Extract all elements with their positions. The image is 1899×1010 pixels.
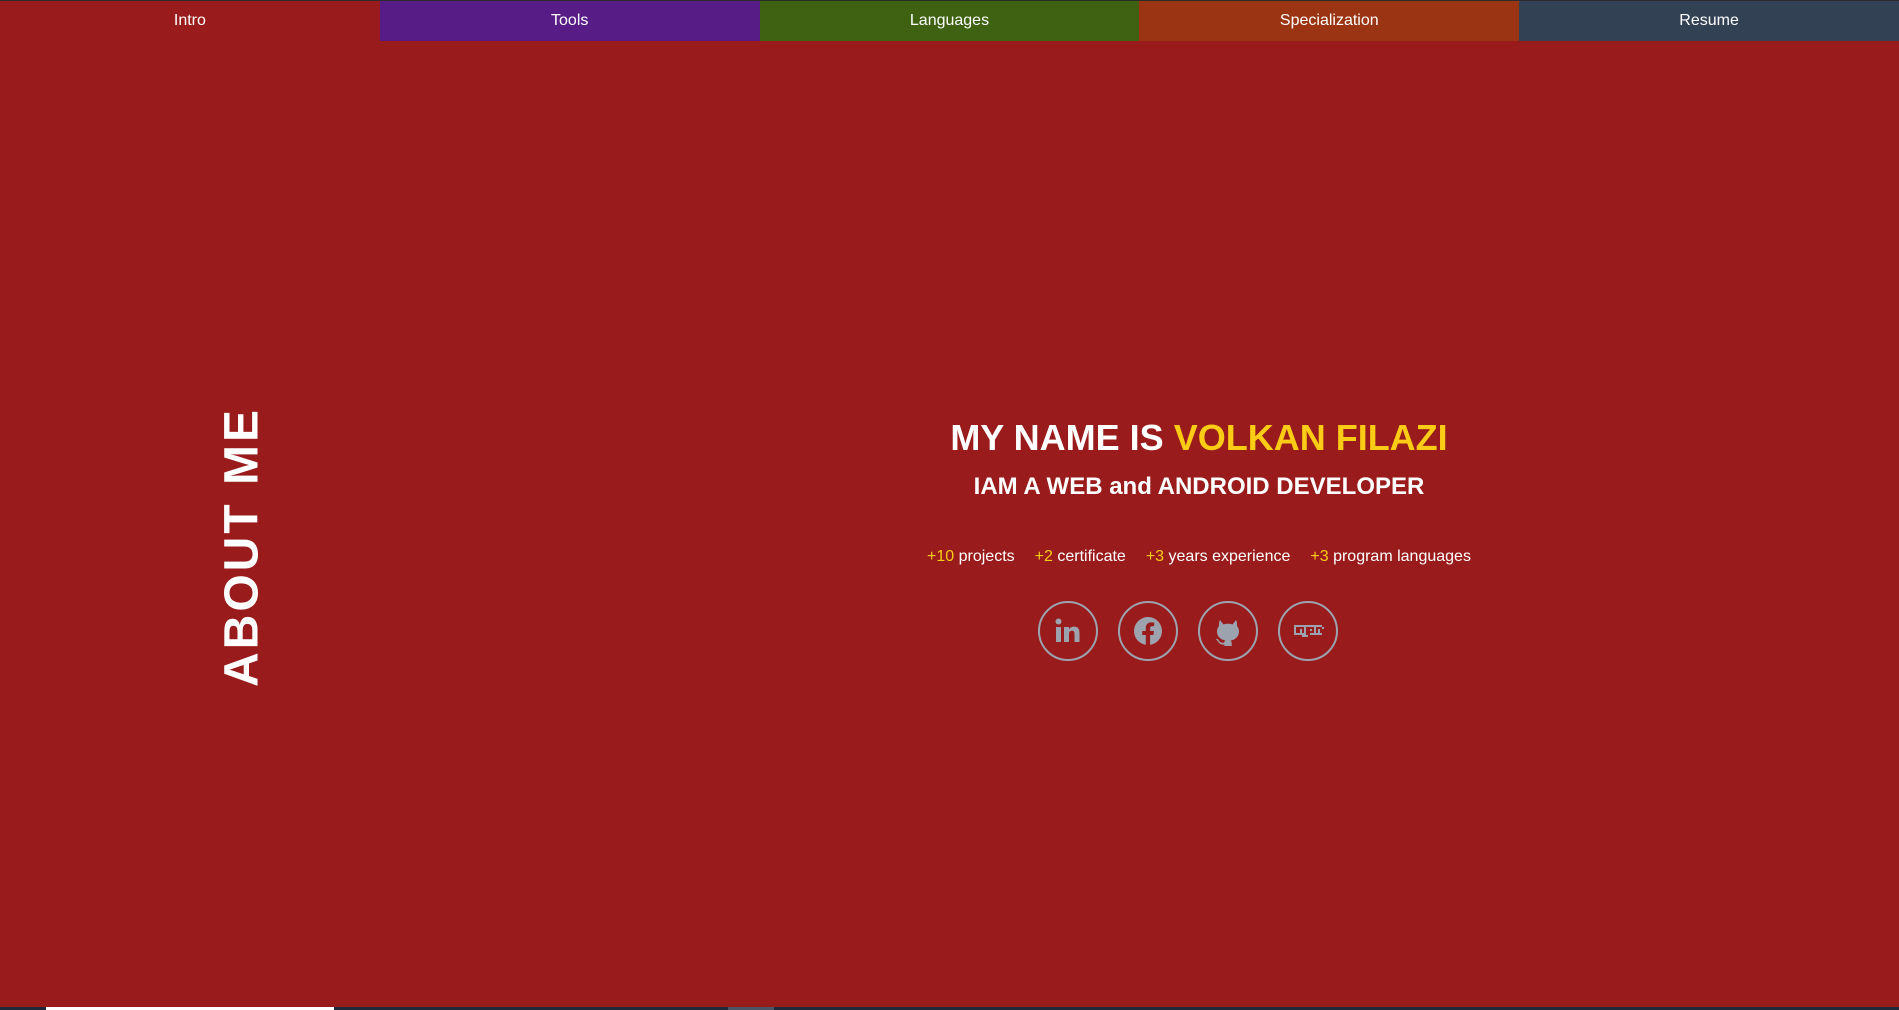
stat-label: years experience [1168, 548, 1291, 565]
hero-title-prefix: MY NAME IS [950, 417, 1164, 458]
hero-subtitle: IAM A WEB and ANDROID DEVELOPER [973, 473, 1425, 500]
stat-label: certificate [1057, 548, 1126, 565]
nav-tab-label: Resume [1679, 12, 1739, 29]
linkedin-link[interactable] [1038, 601, 1098, 661]
nav-tab-tools[interactable]: Tools [379, 1, 760, 41]
npm-link[interactable] [1278, 601, 1338, 661]
nav-tab-languages[interactable]: Languages [759, 1, 1140, 41]
nav-tab-label: Intro [173, 12, 206, 29]
stats-row: +10 projects +2 certificate +3 years exp… [899, 548, 1499, 566]
facebook-link[interactable] [1118, 601, 1178, 661]
nav-tab-label: Tools [551, 12, 589, 29]
nav-tab-specialization[interactable]: Specialization [1139, 1, 1520, 41]
stat-value: +10 [927, 548, 955, 565]
nav-tab-resume[interactable]: Resume [1519, 1, 1899, 41]
stat-languages: +3 program languages [1310, 548, 1471, 566]
npm-icon [1294, 625, 1324, 637]
stat-certificate: +2 certificate [1035, 548, 1126, 566]
github-icon [1216, 620, 1239, 646]
stat-value: +3 [1145, 548, 1165, 565]
facebook-icon [1134, 617, 1162, 645]
stat-projects: +10 projects [927, 548, 1015, 566]
nav-tab-label: Specialization [1279, 12, 1379, 29]
stat-value: +3 [1310, 548, 1329, 565]
hero: MY NAME IS VOLKAN FILAZI IAM A WEB and A… [899, 410, 1499, 508]
page: Intro Tools Languages Specialization Res… [0, 0, 1899, 1010]
stat-experience: +3 years experience [1146, 548, 1291, 566]
hero-title: MY NAME IS VOLKAN FILAZI [899, 410, 1499, 466]
hero-title-name: VOLKAN FILAZI [1173, 417, 1448, 458]
section-label-about-me: ABOUT ME [215, 407, 269, 687]
stat-label: projects [958, 548, 1015, 565]
stat-label: program languages [1333, 548, 1471, 565]
linkedin-icon [1055, 618, 1080, 642]
nav-tab-intro[interactable]: Intro [0, 1, 380, 41]
top-nav: Intro Tools Languages Specialization Res… [0, 0, 1899, 41]
github-link[interactable] [1198, 601, 1258, 661]
nav-tab-label: Languages [909, 12, 990, 29]
stat-value: +2 [1034, 548, 1053, 565]
social-links [1038, 601, 1338, 661]
